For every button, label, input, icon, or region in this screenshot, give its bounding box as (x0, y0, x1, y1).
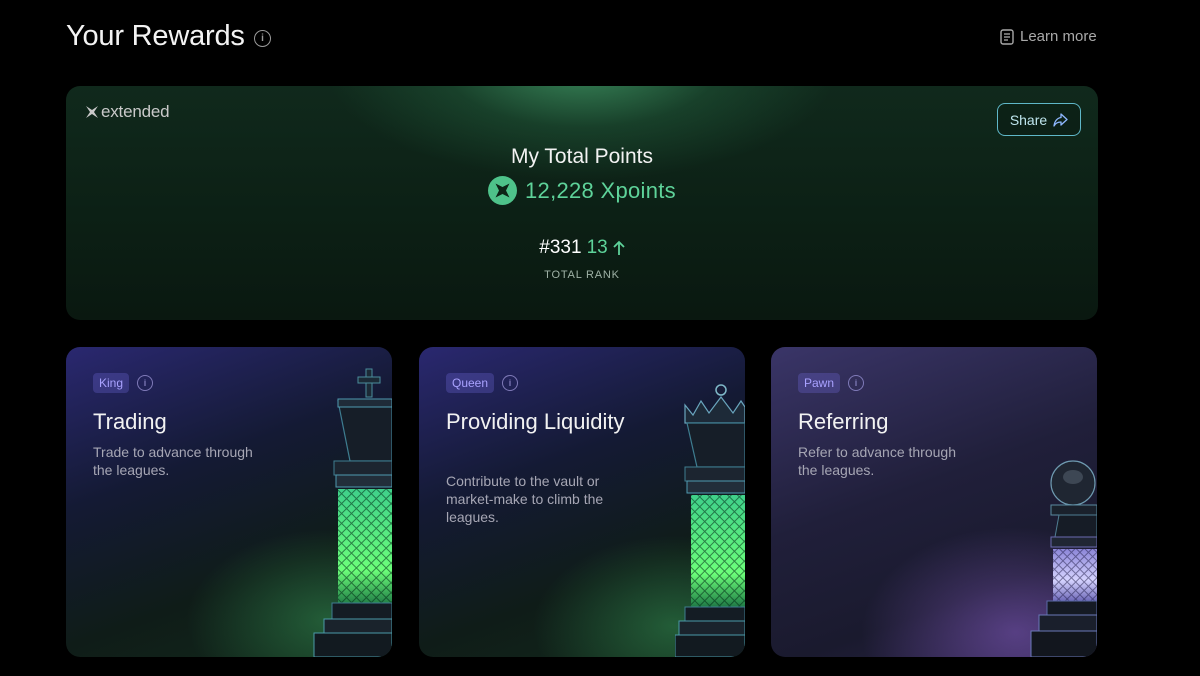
rank-label: TOTAL RANK (544, 269, 620, 281)
document-icon (1000, 28, 1014, 45)
xpoints-icon (488, 176, 517, 205)
total-points-title: My Total Points (510, 145, 653, 168)
card-title: Providing Liquidity (446, 409, 625, 434)
pawn-chess-piece-icon (1030, 460, 1097, 657)
info-icon[interactable]: i (254, 30, 271, 47)
league-badge: Pawn (798, 373, 841, 393)
brand-logo: extended (86, 102, 170, 122)
card-description: Trade to advance through the leagues. (93, 444, 253, 478)
learn-more-link[interactable]: Learn more (1000, 28, 1097, 45)
rank-value: #331 (539, 237, 582, 258)
extended-logo-icon (86, 106, 98, 118)
league-badge: Queen (446, 373, 495, 393)
points-value: 12,228 Xpoints (525, 177, 676, 203)
queen-chess-piece-icon (675, 384, 745, 657)
rank-change: 13 (586, 237, 608, 258)
info-icon[interactable]: i (848, 375, 865, 391)
rewards-page: Your Rewards i Learn more extended Share… (0, 0, 1200, 676)
king-chess-piece-icon (313, 368, 392, 657)
referring-league-card[interactable]: Pawn i Referring Refer to advance throug… (771, 347, 1097, 657)
brand-name: extended (101, 102, 170, 121)
share-button[interactable]: Share (997, 103, 1081, 136)
total-points-card: extended Share My Total Points 12,228 Xp… (66, 86, 1098, 320)
badge-row: King i (93, 373, 154, 393)
card-description: Refer to advance through the leagues. (798, 444, 956, 478)
share-arrow-icon (1053, 112, 1068, 127)
card-description: Contribute to the vault or market-make t… (446, 473, 604, 525)
info-icon[interactable]: i (137, 375, 154, 391)
share-label: Share (1009, 111, 1048, 128)
points-row: 12,228 Xpoints (66, 176, 1098, 205)
info-icon[interactable]: i (502, 375, 519, 391)
badge-row: Queen i (446, 373, 519, 393)
card-title: Trading (93, 409, 167, 434)
league-badge: King (93, 373, 130, 393)
liquidity-league-card[interactable]: Queen i Providing Liquidity Contribute t… (419, 347, 745, 657)
arrow-up-icon (613, 240, 625, 255)
trading-league-card[interactable]: King i Trading Trade to advance through … (66, 347, 392, 657)
card-title: Referring (798, 409, 889, 434)
rank-row: #331 13 (66, 237, 1098, 259)
learn-more-label: Learn more (1020, 28, 1097, 45)
badge-row: Pawn i (798, 373, 865, 393)
page-title: Your Rewards (66, 20, 245, 52)
